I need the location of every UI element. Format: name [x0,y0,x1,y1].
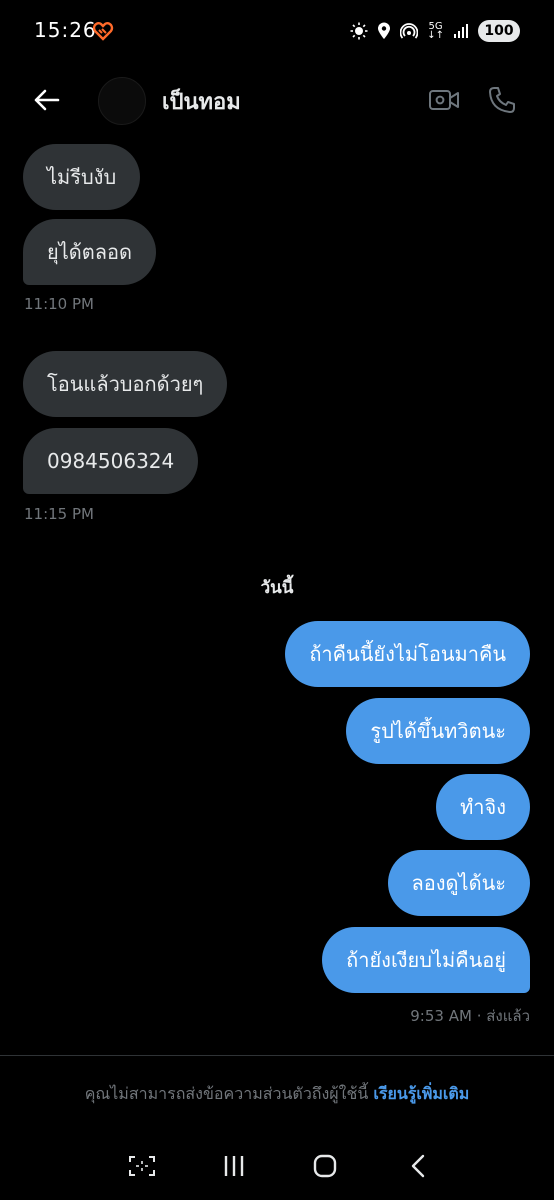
network-type-label: 5G [428,21,443,32]
message-outgoing[interactable]: ถ้ายังเงียบไม่คืนอยู่ [322,927,530,993]
avatar[interactable] [98,77,146,125]
status-bar: 15:26 5G ↓↑ 100 [0,0,554,62]
recent-apps-icon [224,1156,244,1176]
dm-restricted-notice: คุณไม่สามารถส่งข้อความส่วนตัวถึงผู้ใช้นี… [0,1082,554,1107]
back-button[interactable] [26,82,66,118]
message-incoming[interactable]: 0984506324 [23,428,199,494]
message-outgoing[interactable]: ทำจิง [436,774,530,840]
brightness-icon [350,22,368,40]
video-camera-icon [429,90,459,110]
message-timestamp: 11:10 PM [24,295,94,313]
video-call-button[interactable] [424,82,464,118]
message-outgoing[interactable]: ถ้าคืนนี้ยังไม่โอนมาคืน [285,621,530,687]
message-outgoing[interactable]: รูปได้ขึ้นทวิตนะ [346,698,530,764]
location-icon [377,22,391,40]
phone-icon [489,87,515,113]
system-navigation-bar [0,1140,554,1190]
message-timestamp: 11:15 PM [24,505,94,523]
heart-notification-icon [92,20,114,42]
back-chevron-icon [411,1154,425,1178]
contact-name[interactable]: เป็นทอม [162,84,241,119]
signal-icon [453,23,469,39]
home-button[interactable] [305,1148,345,1184]
conversation-header: เป็นทอม [0,68,554,132]
back-nav-button[interactable] [398,1148,438,1184]
message-outgoing[interactable]: ลองดูได้นะ [387,850,530,916]
divider [0,1055,554,1056]
message-status: 9:53 AM · ส่งแล้ว [410,1007,530,1025]
date-divider: วันนี้ [260,578,294,598]
home-icon [313,1154,337,1178]
dm-restricted-text: คุณไม่สามารถส่งข้อความส่วนตัวถึงผู้ใช้นี… [84,1084,374,1103]
arrow-left-icon [34,89,60,111]
network-type-icon: 5G ↓↑ [427,21,444,41]
learn-more-link[interactable]: เรียนรู้เพิ่มเติม [373,1084,469,1103]
screenshot-icon [129,1156,155,1176]
battery-icon: 100 [478,20,520,42]
recent-apps-button[interactable] [214,1148,254,1184]
screenshot-button[interactable] [122,1148,162,1184]
status-time: 15:26 [34,18,97,42]
hotspot-icon [400,22,419,40]
message-incoming[interactable]: โอนแล้วบอกด้วยๆ [23,351,228,417]
voice-call-button[interactable] [482,82,522,118]
message-incoming[interactable]: ยุได้ตลอด [23,219,157,285]
status-icons: 5G ↓↑ 100 [350,17,520,45]
message-incoming[interactable]: ไม่รีบงับ [23,144,141,210]
